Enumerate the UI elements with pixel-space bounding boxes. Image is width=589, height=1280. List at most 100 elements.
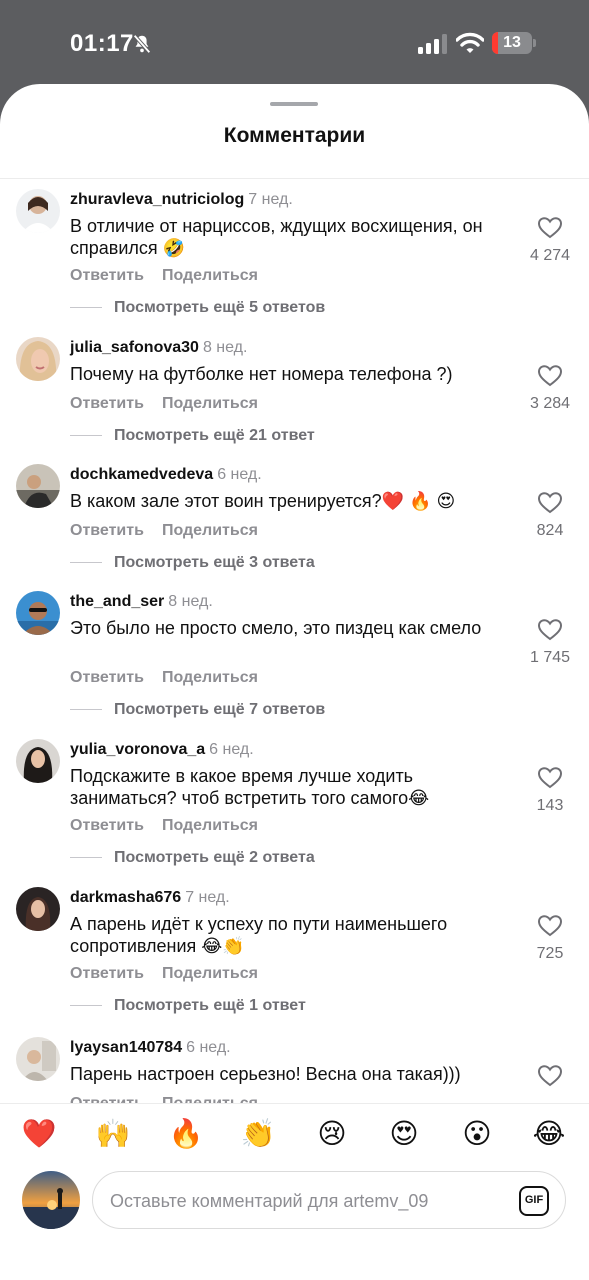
share-button[interactable]: Поделиться bbox=[162, 522, 258, 539]
like-count: 3 284 bbox=[529, 395, 571, 412]
like-count: 725 bbox=[536, 945, 564, 962]
share-button[interactable]: Поделиться bbox=[162, 395, 258, 412]
view-replies-link[interactable]: Посмотреть ещё 7 ответов bbox=[70, 701, 325, 719]
share-button[interactable]: Поделиться bbox=[162, 1095, 258, 1103]
like-count: 143 bbox=[536, 797, 564, 814]
view-replies-link[interactable]: Посмотреть ещё 1 ответ bbox=[70, 997, 306, 1015]
avatar[interactable] bbox=[16, 739, 60, 783]
comment-item: dochkamedvedeva 6 нед. В каком зале этот … bbox=[0, 454, 589, 581]
comment-text: В отличие от нарциссов, ждущих восхищени… bbox=[70, 216, 483, 258]
share-button[interactable]: Поделиться bbox=[162, 817, 258, 834]
avatar[interactable] bbox=[22, 1171, 80, 1229]
comment-text: Почему на футболке нет номера телефона ?… bbox=[70, 364, 453, 384]
reply-button[interactable]: Ответить bbox=[70, 965, 144, 982]
bell-slash-icon bbox=[133, 34, 151, 54]
comment-age: 8 нед. bbox=[202, 339, 248, 356]
like-count: 824 bbox=[536, 522, 564, 539]
avatar[interactable] bbox=[16, 464, 60, 508]
wifi-icon bbox=[456, 32, 484, 53]
comment-age: 6 нед. bbox=[186, 1039, 231, 1056]
share-button[interactable]: Поделиться bbox=[162, 267, 258, 284]
reaction-clap-icon[interactable]: 👏 bbox=[238, 1118, 278, 1150]
avatar[interactable] bbox=[16, 591, 60, 635]
reply-button[interactable]: Ответить bbox=[70, 267, 144, 284]
reaction-crying-icon[interactable]: 😢 bbox=[312, 1118, 352, 1150]
comment-input[interactable]: Оставьте комментарий для artemv_09 GIF bbox=[92, 1171, 566, 1229]
view-replies-link[interactable]: Посмотреть ещё 21 ответ bbox=[70, 427, 315, 445]
comment-list[interactable]: zhuravleva_nutriciolog 7 нед. В отличие о… bbox=[0, 179, 589, 1103]
reaction-heart-icon[interactable]: ❤️ bbox=[19, 1118, 59, 1150]
heart-icon[interactable] bbox=[538, 767, 562, 789]
like-control[interactable]: 3 284 bbox=[520, 365, 580, 413]
comment-item: lyaysan140784 6 нед. Парень настроен серь… bbox=[0, 1027, 589, 1103]
comment-item: yulia_voronova_a 6 нед. Подскажите в како… bbox=[0, 729, 589, 877]
sheet-title: Комментарии bbox=[223, 124, 366, 147]
comment-item: julia_safonova30 8 нед. Почему на футболк… bbox=[0, 327, 589, 454]
heart-icon[interactable] bbox=[538, 492, 562, 514]
reply-button[interactable]: Ответить bbox=[70, 1095, 144, 1103]
view-replies-label: Посмотреть ещё 7 ответов bbox=[114, 701, 326, 718]
comment-text: В каком зале этот воин тренируется?❤️ 🔥 … bbox=[70, 491, 456, 511]
reaction-raised-hands-icon[interactable]: 🙌 bbox=[93, 1118, 133, 1150]
comment-text: Это было не просто смело, это пиздец как… bbox=[70, 618, 482, 638]
like-control[interactable]: 1 745 bbox=[520, 619, 580, 667]
comment-composer: Оставьте комментарий для artemv_09 GIF bbox=[0, 1163, 589, 1280]
view-replies-link[interactable]: Посмотреть ещё 3 ответа bbox=[70, 554, 315, 572]
heart-icon[interactable] bbox=[538, 619, 562, 641]
share-button[interactable]: Поделиться bbox=[162, 669, 258, 686]
heart-icon[interactable] bbox=[538, 365, 562, 387]
comment-username[interactable]: yulia_voronova_a bbox=[70, 741, 205, 758]
share-button[interactable]: Поделиться bbox=[162, 965, 258, 982]
like-control[interactable]: 725 bbox=[520, 915, 580, 963]
sheet-grabber[interactable] bbox=[270, 102, 318, 106]
view-replies-link[interactable]: Посмотреть ещё 5 ответов bbox=[70, 299, 325, 317]
like-control[interactable] bbox=[520, 1065, 580, 1087]
comment-text: Парень настроен серьезно! Весна она така… bbox=[70, 1064, 461, 1084]
view-replies-label: Посмотреть ещё 5 ответов bbox=[114, 299, 326, 316]
reply-button[interactable]: Ответить bbox=[70, 395, 144, 412]
comment-username[interactable]: darkmasha676 bbox=[70, 889, 181, 906]
comment-text: А парень идёт к успеху по пути наименьше… bbox=[70, 914, 448, 956]
view-replies-label: Посмотреть ещё 3 ответа bbox=[114, 554, 315, 571]
comment-age: 6 нед. bbox=[209, 741, 254, 758]
view-replies-label: Посмотреть ещё 2 ответа bbox=[114, 849, 315, 866]
reply-button[interactable]: Ответить bbox=[70, 669, 144, 686]
heart-icon[interactable] bbox=[538, 1065, 562, 1087]
comment-username[interactable]: the_and_ser bbox=[70, 593, 164, 610]
like-count: 4 274 bbox=[529, 247, 571, 264]
comment-username[interactable]: julia_safonova30 bbox=[70, 339, 199, 356]
like-control[interactable]: 4 274 bbox=[520, 217, 580, 265]
like-control[interactable]: 143 bbox=[520, 767, 580, 815]
avatar[interactable] bbox=[16, 337, 60, 381]
status-time: 01:17 bbox=[70, 30, 134, 57]
heart-icon[interactable] bbox=[538, 217, 562, 239]
comment-age: 7 нед. bbox=[248, 191, 293, 208]
like-control[interactable]: 824 bbox=[520, 492, 580, 540]
reply-button[interactable]: Ответить bbox=[70, 522, 144, 539]
reaction-surprised-icon[interactable]: 😮 bbox=[457, 1118, 497, 1150]
comment-username[interactable]: zhuravleva_nutriciolog bbox=[70, 191, 244, 208]
view-replies-link[interactable]: Посмотреть ещё 2 ответа bbox=[70, 849, 315, 867]
comment-item: the_and_ser 8 нед. Это было не просто сме… bbox=[0, 581, 589, 729]
comment-item: darkmasha676 7 нед. А парень идёт к успех… bbox=[0, 877, 589, 1027]
comments-sheet: Комментарии zhuravleva_nutriciolog 7 нед.… bbox=[0, 84, 589, 1280]
comment-username[interactable]: lyaysan140784 bbox=[70, 1039, 182, 1056]
avatar[interactable] bbox=[16, 1037, 60, 1081]
comment-item: zhuravleva_nutriciolog 7 нед. В отличие о… bbox=[0, 179, 589, 327]
reply-button[interactable]: Ответить bbox=[70, 817, 144, 834]
avatar[interactable] bbox=[16, 887, 60, 931]
comment-age: 7 нед. bbox=[185, 889, 230, 906]
heart-icon[interactable] bbox=[538, 915, 562, 937]
reaction-heart-eyes-icon[interactable]: 😍 bbox=[384, 1118, 424, 1150]
reaction-laughing-icon[interactable]: 😂 bbox=[529, 1118, 569, 1150]
comment-age: 8 нед. bbox=[168, 593, 213, 610]
comment-text: Подскажите в какое время лучше ходить за… bbox=[70, 766, 430, 808]
gif-button[interactable]: GIF bbox=[519, 1186, 549, 1216]
comment-username[interactable]: dochkamedvedeva bbox=[70, 466, 213, 483]
comment-input-placeholder: Оставьте комментарий для artemv_09 bbox=[110, 1191, 429, 1211]
view-replies-label: Посмотреть ещё 1 ответ bbox=[114, 997, 306, 1014]
avatar[interactable] bbox=[16, 189, 60, 233]
reaction-fire-icon[interactable]: 🔥 bbox=[166, 1118, 206, 1150]
battery-indicator: 13 bbox=[492, 32, 536, 54]
cellular-signal-icon bbox=[418, 34, 447, 54]
